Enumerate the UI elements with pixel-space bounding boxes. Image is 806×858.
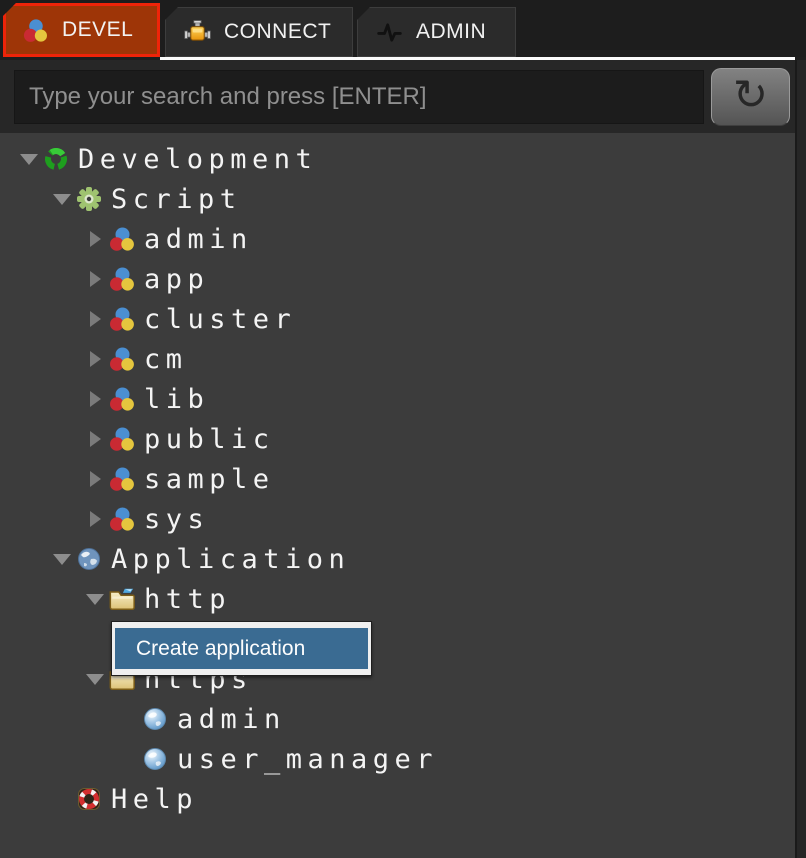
refresh-button[interactable]: ↻ <box>711 68 790 126</box>
three-circles-icon <box>108 305 136 333</box>
context-menu-item-create-application[interactable]: Create application <box>115 628 368 669</box>
tree-item-label: public <box>144 424 275 455</box>
tab-label: CONNECT <box>224 20 331 44</box>
glossy-globe-icon <box>141 705 169 733</box>
three-circles-icon <box>108 345 136 373</box>
triangle-down-icon <box>53 194 71 205</box>
three-circles-icon <box>108 265 136 293</box>
refresh-icon: ↻ <box>733 74 768 116</box>
expand-arrow-icon[interactable] <box>82 391 108 407</box>
tree-item-public[interactable]: public <box>0 419 795 459</box>
tree-item-label: sample <box>144 464 275 495</box>
tree-item-label: admin <box>144 224 253 255</box>
segmented-ring-icon <box>42 145 70 173</box>
three-circles-icon <box>108 225 136 253</box>
expand-arrow-icon[interactable] <box>16 154 42 165</box>
expand-arrow-icon[interactable] <box>82 674 108 685</box>
triangle-right-icon <box>90 391 101 407</box>
gear-icon <box>75 185 103 213</box>
tree-item-admin[interactable]: admin <box>0 219 795 259</box>
pulse-icon <box>376 19 403 46</box>
expand-arrow-icon[interactable] <box>82 231 108 247</box>
tree-item-app[interactable]: app <box>0 259 795 299</box>
tree-item-label: user_manager <box>177 744 438 775</box>
tree-item-label: cluster <box>144 304 296 335</box>
tree-item-help[interactable]: Help <box>0 779 795 819</box>
three-circles-icon <box>22 17 49 44</box>
triangle-right-icon <box>90 471 101 487</box>
tree-item-label: Help <box>111 784 198 815</box>
three-circles-icon <box>108 385 136 413</box>
expand-arrow-icon[interactable] <box>82 431 108 447</box>
tree-item-cluster[interactable]: cluster <box>0 299 795 339</box>
triangle-down-icon <box>86 674 104 685</box>
connector-icon <box>184 19 211 46</box>
tab-admin[interactable]: ADMIN <box>357 7 516 57</box>
triangle-right-icon <box>90 271 101 287</box>
glossy-globe-icon <box>141 745 169 773</box>
tree-item-label: app <box>144 264 209 295</box>
tree-item-label: sys <box>144 504 209 535</box>
expand-arrow-icon[interactable] <box>82 471 108 487</box>
tree-panel: Development Script admin app cluster cm lib pub… <box>0 133 795 858</box>
tree-item-user-manager[interactable]: user_manager <box>0 739 795 779</box>
tree-item-lib[interactable]: lib <box>0 379 795 419</box>
tree-item-label: Script <box>111 184 242 215</box>
tab-bar: DEVEL CONNECT ADMIN <box>0 0 806 57</box>
three-circles-icon <box>108 425 136 453</box>
three-circles-icon <box>108 465 136 493</box>
search-input[interactable] <box>14 70 704 124</box>
triangle-right-icon <box>90 431 101 447</box>
tree-item-sample[interactable]: sample <box>0 459 795 499</box>
expand-arrow-icon[interactable] <box>49 554 75 565</box>
tree-item-admin[interactable]: admin <box>0 699 795 739</box>
tree-item-label: cm <box>144 344 188 375</box>
expand-arrow-icon[interactable] <box>82 271 108 287</box>
right-edge-strip <box>795 60 806 858</box>
tree-item-label: Development <box>78 144 317 175</box>
triangle-down-icon <box>86 594 104 605</box>
triangle-right-icon <box>90 311 101 327</box>
tree-item-http[interactable]: http <box>0 579 795 619</box>
tab-connect[interactable]: CONNECT <box>165 7 353 57</box>
tab-label: ADMIN <box>416 20 486 44</box>
three-circles-icon <box>108 505 136 533</box>
tree-item-cm[interactable]: cm <box>0 339 795 379</box>
triangle-right-icon <box>90 511 101 527</box>
expand-arrow-icon[interactable] <box>82 351 108 367</box>
tree-item-application[interactable]: Application <box>0 539 795 579</box>
context-menu: Create application <box>111 621 372 676</box>
tree-item-sys[interactable]: sys <box>0 499 795 539</box>
tab-devel[interactable]: DEVEL <box>3 3 160 57</box>
tree-item-label: admin <box>177 704 286 735</box>
tree-item-label: Application <box>111 544 350 575</box>
triangle-down-icon <box>53 554 71 565</box>
triangle-down-icon <box>20 154 38 165</box>
triangle-right-icon <box>90 231 101 247</box>
tree-item-script[interactable]: Script <box>0 179 795 219</box>
folder-icon <box>108 585 136 613</box>
globe-icon <box>75 545 103 573</box>
search-bar: ↻ <box>0 60 795 133</box>
triangle-right-icon <box>90 351 101 367</box>
expand-arrow-icon[interactable] <box>82 594 108 605</box>
tab-label: DEVEL <box>62 18 133 42</box>
expand-arrow-icon[interactable] <box>82 511 108 527</box>
tree-item-development[interactable]: Development <box>0 139 795 179</box>
tree-item-label: lib <box>144 384 209 415</box>
expand-arrow-icon[interactable] <box>82 311 108 327</box>
lifebuoy-icon <box>75 785 103 813</box>
expand-arrow-icon[interactable] <box>49 194 75 205</box>
tree-item-label: http <box>144 584 231 615</box>
